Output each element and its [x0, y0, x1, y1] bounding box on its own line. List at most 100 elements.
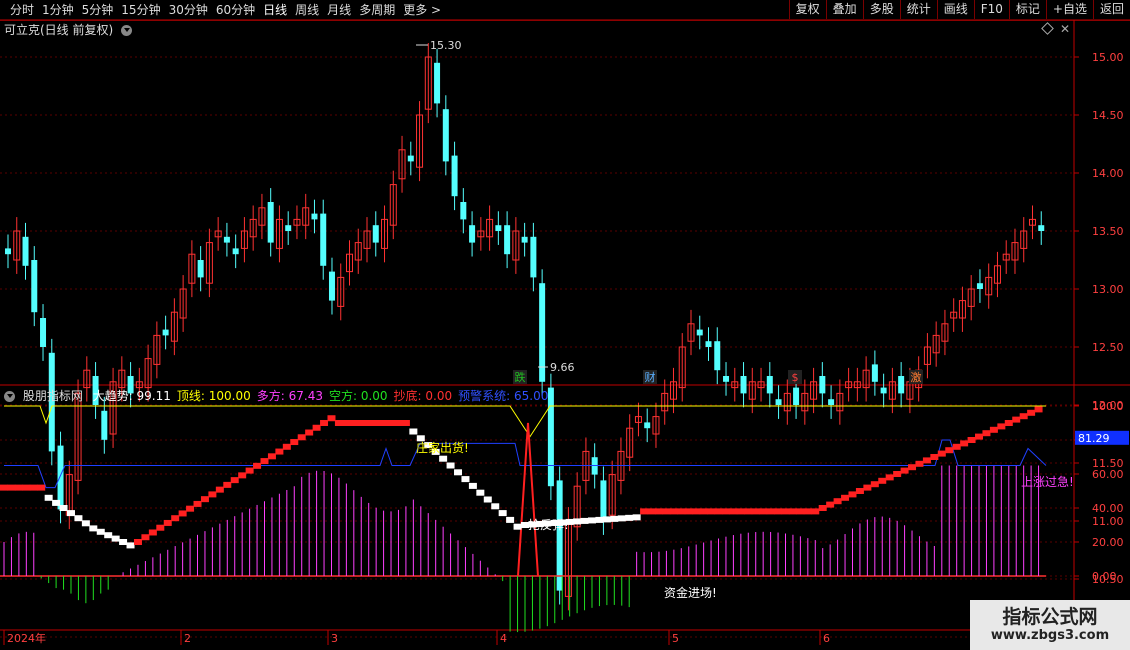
trend-block — [766, 508, 775, 515]
indicator-header: 股朋指标网 大趋势: 99.11 顶线: 100.00 多方: 67.43 空方: 0… — [4, 388, 560, 404]
trend-block — [617, 515, 626, 522]
candle-body — [434, 62, 441, 104]
trend-block — [193, 500, 202, 507]
trend-block — [595, 516, 604, 523]
trend-block — [781, 508, 790, 515]
candle-body — [556, 480, 563, 591]
trend-block — [104, 532, 113, 539]
indicator-tick: 100.0 — [1092, 400, 1124, 413]
trend-block — [640, 508, 649, 515]
trend-block — [937, 450, 946, 457]
indicator-menu-icon[interactable] — [4, 391, 15, 402]
trend-block — [52, 499, 61, 506]
indicator-field-3: 空方: 0.00 — [328, 389, 388, 403]
candle-body — [460, 202, 467, 220]
trend-block — [96, 528, 105, 535]
date-tick: 4 — [500, 632, 507, 645]
rebound-spike — [517, 422, 539, 577]
trend-block — [811, 508, 820, 515]
trend-block — [580, 517, 589, 524]
trend-block — [387, 420, 396, 426]
candle-body — [871, 364, 878, 382]
candle-body — [740, 376, 747, 394]
trend-block — [669, 508, 678, 515]
trend-block — [848, 491, 857, 498]
trend-block — [833, 498, 842, 505]
trend-block — [788, 508, 797, 515]
chart-area[interactable]: 15.0014.5014.0013.5013.0012.5012.0011.50… — [0, 0, 1130, 650]
trend-block — [506, 516, 515, 523]
trend-block — [446, 462, 455, 469]
trend-block — [357, 420, 366, 426]
trend-block — [587, 517, 596, 524]
trend-block — [334, 420, 343, 426]
trend-block — [1027, 409, 1036, 416]
watermark-url: www.zbgs3.com — [990, 628, 1110, 643]
trend-block — [126, 542, 135, 549]
candle-body — [1038, 225, 1045, 231]
trend-block — [305, 429, 314, 436]
candle-body — [696, 329, 703, 336]
trend-block — [245, 467, 254, 474]
annotation-overheat: 上涨过急! — [1021, 474, 1074, 489]
candle-body — [976, 283, 983, 289]
candle-body — [57, 445, 64, 510]
candle-body — [723, 376, 730, 382]
candle-body — [495, 225, 502, 231]
indicator-field-1: 顶线: 100.00 — [176, 389, 251, 403]
trend-block — [1019, 413, 1028, 420]
indicator-tick: 20.00 — [1092, 536, 1124, 549]
candle-body — [31, 260, 38, 313]
trend-block — [662, 508, 671, 515]
trend-block — [855, 488, 864, 494]
candle-body — [267, 202, 274, 243]
trend-block — [401, 420, 410, 426]
annotation-distribute: 庄家出货! — [416, 440, 469, 455]
candle-body — [162, 329, 169, 336]
trend-block — [44, 494, 53, 501]
trend-block — [796, 508, 805, 515]
trend-block — [930, 454, 939, 460]
indicator-name[interactable]: 股朋指标网 — [23, 389, 83, 403]
candle-body — [766, 376, 773, 394]
candle-body — [469, 225, 476, 243]
trend-block — [238, 472, 247, 479]
candle-body — [311, 213, 318, 220]
price-tick: 13.50 — [1092, 225, 1124, 238]
trend-block — [186, 505, 195, 512]
trend-block — [1034, 406, 1043, 413]
candle-body — [40, 318, 47, 347]
trend-block — [364, 420, 373, 426]
trend-block — [156, 524, 165, 531]
trend-block — [253, 462, 262, 469]
trend-block — [908, 464, 917, 471]
trend-block — [602, 516, 611, 523]
indicator-axis: 100.080.0060.0040.0020.000.0081.29 — [1074, 400, 1129, 583]
candle-body — [328, 271, 335, 301]
trend-block — [327, 415, 336, 422]
candle-body — [819, 376, 826, 394]
trend-block — [498, 510, 507, 517]
trend-block — [215, 486, 224, 493]
trend-block — [178, 510, 187, 517]
trend-block — [945, 447, 954, 454]
trend-block — [468, 482, 477, 489]
candle-body — [285, 225, 292, 231]
top-line — [4, 405, 1046, 438]
trend-block — [632, 514, 641, 521]
low-price-label: 9.66 — [550, 361, 575, 374]
trend-block — [275, 448, 284, 455]
trend-block — [513, 523, 522, 530]
trend-block — [297, 434, 306, 441]
event-marker-label: 财 — [645, 370, 656, 384]
trend-block — [409, 428, 418, 435]
trend-block — [960, 440, 969, 447]
date-tick: 5 — [672, 632, 679, 645]
trend-block — [461, 476, 470, 483]
candle-body — [504, 225, 511, 255]
trend-block — [610, 515, 619, 522]
trend-block — [863, 484, 872, 491]
candle-body — [793, 387, 800, 405]
trend-block — [573, 518, 582, 525]
trend-block — [989, 426, 998, 433]
